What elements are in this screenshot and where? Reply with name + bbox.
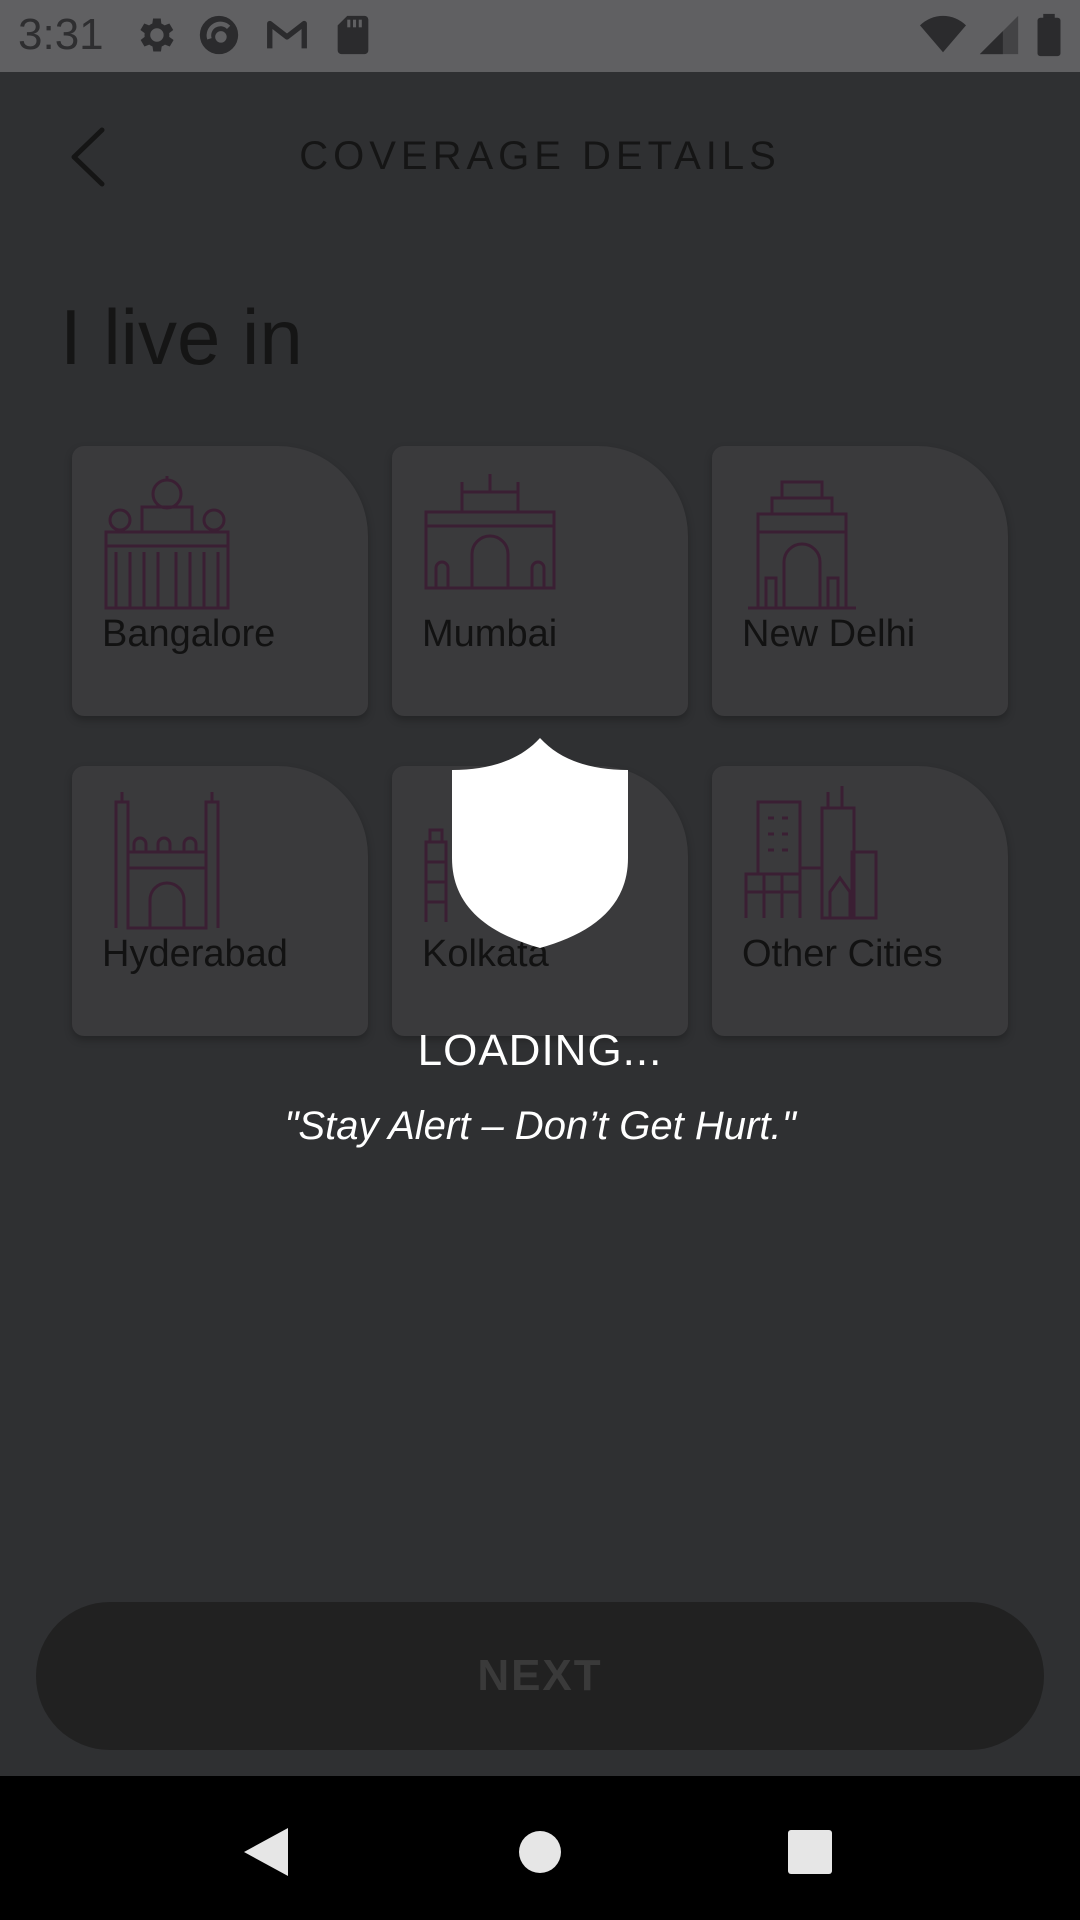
back-triangle-icon[interactable] — [222, 1806, 312, 1896]
nav-bar — [0, 1776, 1080, 1920]
home-circle-icon[interactable] — [495, 1806, 585, 1896]
recents-square-icon[interactable] — [765, 1806, 855, 1896]
shield-icon — [452, 738, 628, 948]
loading-overlay: LOADING... "Stay Alert – Don’t Get Hurt.… — [0, 0, 1080, 1776]
loading-text: LOADING... — [417, 1026, 663, 1075]
loading-quote: "Stay Alert – Don’t Get Hurt." — [284, 1104, 796, 1148]
